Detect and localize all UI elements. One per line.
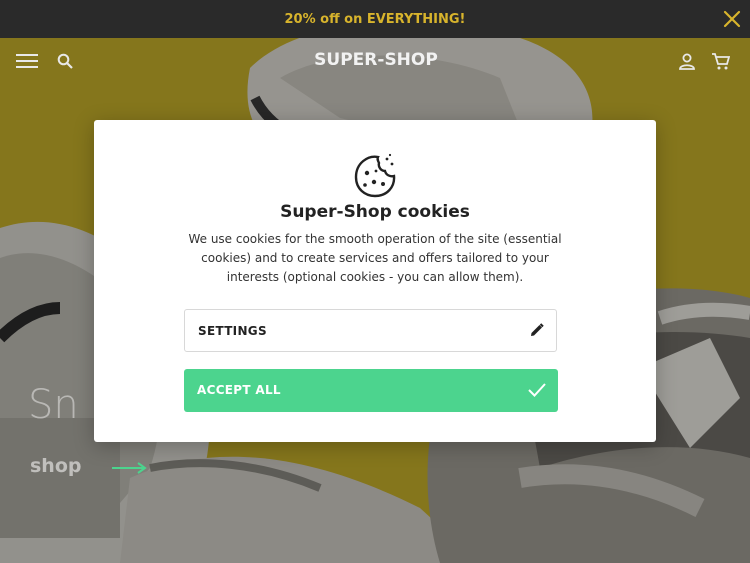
accept-all-button-label: ACCEPT ALL: [197, 383, 281, 397]
settings-button-label: SETTINGS: [198, 324, 267, 338]
modal-description: We use cookies for the smooth operation …: [188, 232, 562, 284]
settings-button[interactable]: SETTINGS: [184, 309, 557, 352]
site-header: SUPER-SHOP: [0, 38, 750, 84]
site-logo[interactable]: SUPER-SHOP: [311, 50, 441, 70]
promo-text: 20% off on EVERYTHING!: [284, 11, 466, 27]
search-icon[interactable]: [57, 53, 73, 73]
user-icon[interactable]: [679, 53, 695, 74]
hero-title: Sn: [28, 382, 79, 428]
checkmark-icon: [528, 382, 546, 402]
promo-bar: 20% off on EVERYTHING!: [0, 0, 750, 38]
hero-shop-link[interactable]: shop: [30, 455, 82, 477]
modal-title: Super-Shop cookies: [280, 202, 470, 222]
pencil-icon: [529, 323, 544, 342]
accept-all-button[interactable]: ACCEPT ALL: [184, 369, 558, 412]
hamburger-menu-icon[interactable]: [16, 53, 38, 73]
cookie-consent-modal: Super-Shop cookies We use cookies for th…: [94, 120, 656, 442]
cart-icon[interactable]: [712, 53, 731, 74]
cookie-icon: [350, 151, 400, 205]
arrow-right-icon[interactable]: [112, 461, 148, 475]
close-icon[interactable]: [722, 9, 742, 29]
